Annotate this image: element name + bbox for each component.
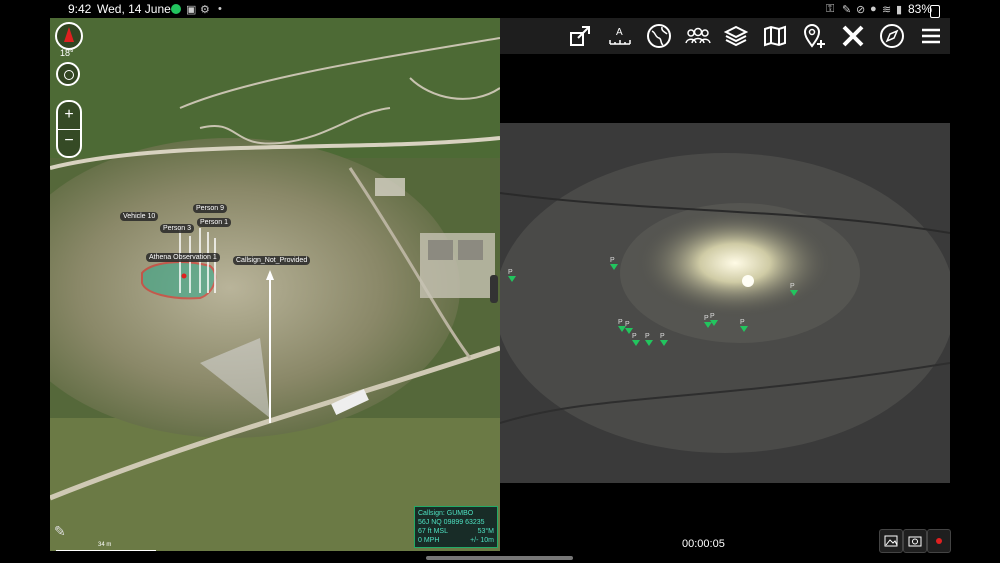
contacts-icon[interactable] <box>684 22 712 50</box>
tools-icon[interactable] <box>839 22 867 50</box>
info-speed: 0 MPH <box>418 537 440 544</box>
split-divider-handle[interactable] <box>490 275 498 303</box>
map-marker-person-3[interactable]: Person 3 <box>160 224 195 233</box>
battery-icon <box>930 5 940 18</box>
thermal-video-feed[interactable]: P P P P P P P P P P P <box>500 123 950 483</box>
globe-icon[interactable] <box>645 22 673 50</box>
track-marker[interactable]: P <box>610 257 618 270</box>
ruler-icon[interactable]: A <box>606 22 634 50</box>
track-triangle-icon <box>508 276 516 282</box>
locate-me-button[interactable] <box>56 62 80 86</box>
scale-label: 34 m <box>98 542 112 548</box>
compass-alt-icon[interactable] <box>878 22 906 50</box>
track-triangle-icon <box>660 340 668 346</box>
expand-icon[interactable] <box>566 22 594 50</box>
record-button[interactable] <box>927 529 951 553</box>
info-callsign: Callsign: GUMBO <box>418 510 474 517</box>
track-triangle-icon <box>740 326 748 332</box>
track-marker[interactable]: P <box>710 313 718 326</box>
track-marker[interactable]: P <box>740 319 748 332</box>
track-triangle-icon <box>710 320 718 326</box>
map-icon[interactable] <box>761 22 789 50</box>
track-marker[interactable]: P <box>790 283 798 296</box>
snapshot-button[interactable] <box>903 529 927 553</box>
pencil-icon[interactable]: ✎ <box>54 523 66 540</box>
compass-needle-icon <box>64 27 74 42</box>
satellite-imagery <box>50 18 500 551</box>
map-marker-callsign-not-provided[interactable]: Callsign_Not_Provided <box>233 256 311 265</box>
map-scale-bar: 34 m <box>56 542 156 551</box>
track-triangle-icon <box>632 340 640 346</box>
signal-icon: ▮ <box>896 4 903 16</box>
status-time: 9:42 <box>68 2 92 16</box>
menu-icon[interactable] <box>917 22 945 50</box>
track-marker[interactable]: P <box>508 269 516 282</box>
crosshair-icon <box>64 70 74 80</box>
layers-icon[interactable] <box>722 22 750 50</box>
video-timer: 00:00:05 <box>682 538 725 550</box>
key-icon: ⚿ <box>826 3 835 15</box>
mute-icon: ⊘ <box>856 4 866 16</box>
recording-indicator-icon <box>171 4 181 14</box>
map-marker-vehicle-10[interactable]: Vehicle 10 <box>120 212 159 221</box>
compass-bearing: 18° <box>60 48 74 58</box>
info-altitude: 67 ft MSL <box>418 528 448 535</box>
svg-text:A: A <box>616 27 623 38</box>
zoom-control: + − <box>56 100 82 158</box>
camera-icon <box>908 536 922 547</box>
record-icon <box>936 538 942 544</box>
info-accuracy: +/- 10m <box>470 537 494 544</box>
top-toolbar: A <box>500 18 950 54</box>
more-dot-icon: • <box>218 3 222 15</box>
track-triangle-icon <box>645 340 653 346</box>
info-grid: 56J NQ 09899 63235 <box>418 519 485 526</box>
home-indicator[interactable] <box>426 556 573 560</box>
screen-share-icon: ▣ <box>186 4 197 16</box>
settings-icon: ⚙ <box>200 4 210 16</box>
track-marker[interactable]: P <box>660 333 668 346</box>
status-date: Wed, 14 June <box>97 2 171 16</box>
wifi-icon: ≋ <box>882 4 892 16</box>
map-view[interactable]: 18° + − Vehicle 10 Person 3 Person 9 Per… <box>50 18 500 551</box>
info-heading: 53°M <box>477 528 494 535</box>
status-bar: 9:42 Wed, 14 June ▣ ⚙ • ⚿ ✎ ⊘ ● ≋ ▮ 83% <box>0 0 1000 18</box>
add-marker-icon[interactable] <box>800 22 828 50</box>
track-marker[interactable]: P <box>645 333 653 346</box>
location-icon: ● <box>870 3 877 15</box>
map-marker-person-9[interactable]: Person 9 <box>193 204 228 213</box>
pen-icon: ✎ <box>842 4 852 16</box>
self-info-panel[interactable]: Callsign: GUMBO 56J NQ 09899 63235 67 ft… <box>414 506 498 548</box>
image-icon <box>884 535 898 547</box>
track-marker[interactable]: P <box>632 333 640 346</box>
zoom-in-button[interactable]: + <box>58 102 80 129</box>
track-triangle-icon <box>610 264 618 270</box>
battery-percent: 83% <box>908 2 933 16</box>
gallery-button[interactable] <box>879 529 903 553</box>
zoom-out-button[interactable]: − <box>58 129 80 155</box>
track-triangle-icon <box>790 290 798 296</box>
map-marker-person-1[interactable]: Person 1 <box>197 218 232 227</box>
thermal-imagery <box>500 123 950 483</box>
compass-button[interactable] <box>55 22 83 50</box>
map-marker-athena-observation[interactable]: Athena Observation 1 <box>146 253 220 262</box>
